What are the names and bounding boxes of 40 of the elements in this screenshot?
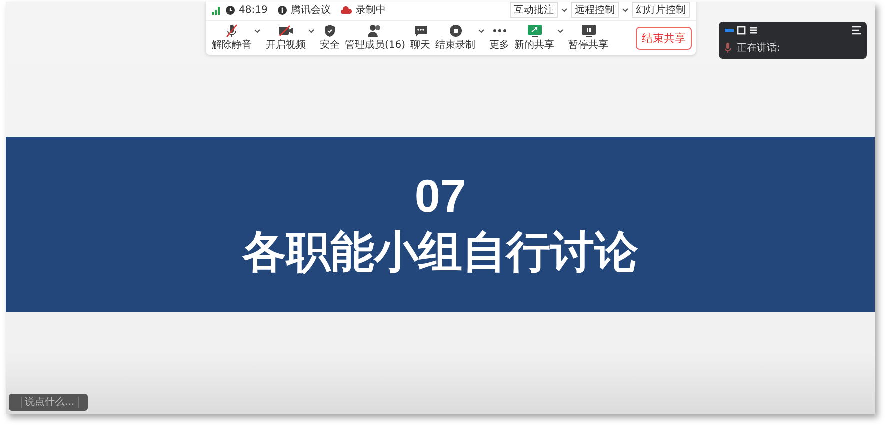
microphone-icon [725,43,731,53]
caret-icon [561,8,568,12]
app-name[interactable]: 腾讯会议 [290,3,331,17]
caret-icon [308,28,315,34]
clock-icon [226,6,235,14]
screen-share-icon [526,24,543,38]
shield-icon [322,24,338,38]
caret-icon [478,28,485,34]
stop-icon [448,24,464,38]
top-button[interactable]: 远程控制 [571,3,629,17]
cloud-icon [340,6,352,14]
meeting-timer: 48:19 [239,4,268,16]
camera-off-icon [278,24,294,38]
chat-icon [412,24,429,38]
caret-icon [556,28,564,34]
menu-icon[interactable] [852,26,861,35]
toolbar-button[interactable]: 聊天 [408,24,433,52]
slide-title: 各职能小组自行讨论 [242,226,638,280]
pause-icon [580,24,597,38]
toolbar-button[interactable]: 更多 [488,24,512,52]
toolbar-button[interactable]: 新的共享 [512,24,566,52]
top-button[interactable]: 幻灯片控制 [632,3,690,17]
people-icon [367,24,384,38]
end-share-button[interactable]: 结束共享 [636,26,692,50]
toolbar-button[interactable]: 开启视频 [264,24,317,52]
caret-icon [254,28,261,34]
toolbar-button[interactable]: 结束录制 [434,24,487,52]
recording-status: 录制中 [356,4,386,17]
toolbar-button[interactable]: 管理成员(16) [343,24,408,52]
microphone-muted-icon [224,24,240,38]
speaker-label: 正在讲话: [737,42,780,55]
top-button[interactable]: 互动批注 [510,3,568,17]
signal-icon [212,6,222,14]
toolbar-button[interactable]: 安全 [318,24,342,52]
toolbar-button[interactable]: 暂停共享 [566,24,611,52]
chat-input-field[interactable]: 说点什么... [9,394,88,411]
slide-number: 07 [414,169,466,224]
info-icon [278,6,287,14]
caret-icon [622,8,629,12]
toolbar-button[interactable]: 解除静音 [210,24,263,52]
